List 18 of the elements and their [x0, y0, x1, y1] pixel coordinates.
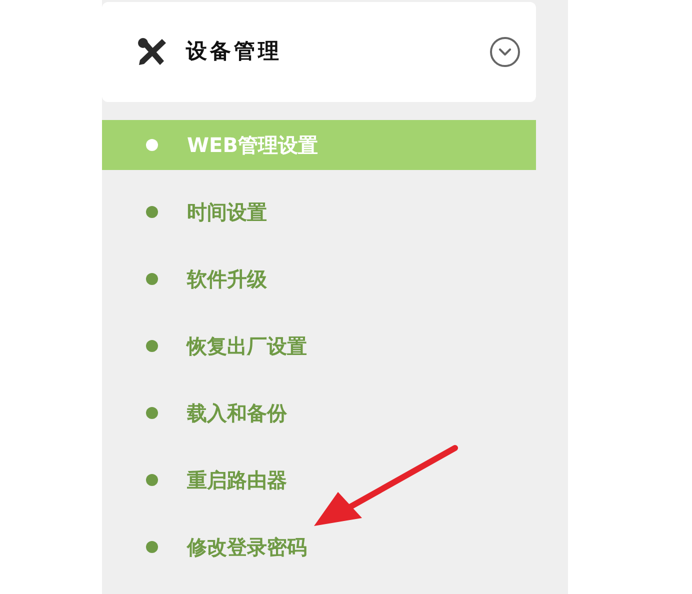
menu-header[interactable]: 设备管理 [102, 2, 536, 102]
menu-item[interactable]: 载入和备份 [102, 388, 536, 438]
bullet-icon [146, 139, 158, 151]
tools-icon [136, 37, 168, 67]
menu-title: 设备管理 [186, 38, 282, 66]
bullet-icon [146, 407, 158, 419]
expand-toggle[interactable] [490, 37, 520, 67]
menu-item[interactable]: 修改登录密码 [102, 522, 536, 572]
bullet-icon [146, 206, 158, 218]
menu-item[interactable]: 时间设置 [102, 187, 536, 237]
bullet-icon [146, 340, 158, 352]
menu-item[interactable]: 软件升级 [102, 254, 536, 304]
menu-item[interactable]: 重启路由器 [102, 455, 536, 505]
bullet-icon [146, 541, 158, 553]
menu-item[interactable]: WEB管理设置 [102, 120, 536, 170]
bullet-icon [146, 474, 158, 486]
menu-item[interactable]: 恢复出厂设置 [102, 321, 536, 371]
bullet-icon [146, 273, 158, 285]
